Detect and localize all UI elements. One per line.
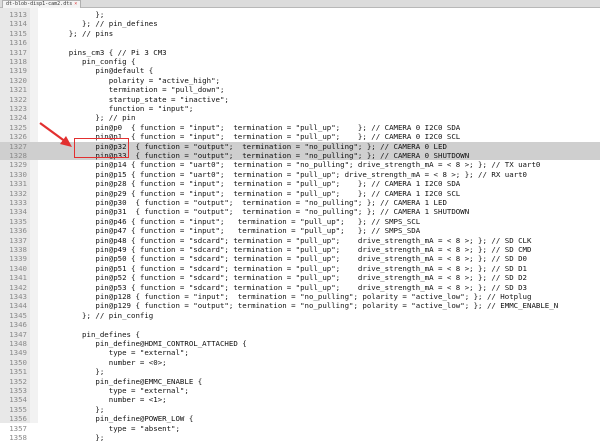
tab-bar: dt-blob-disp1-cam2.dts × bbox=[0, 0, 600, 8]
line-number: 1357 bbox=[9, 423, 27, 433]
file-tab-label: dt-blob-disp1-cam2.dts bbox=[6, 1, 73, 7]
line-number: 1358 bbox=[9, 433, 27, 442]
annotation-arrow-icon bbox=[39, 122, 72, 147]
code-text: }; bbox=[42, 433, 105, 442]
code-text: type = "absent"; bbox=[42, 423, 180, 433]
code-line[interactable]: 1357 type = "absent"; bbox=[0, 424, 600, 433]
close-icon[interactable]: × bbox=[74, 1, 77, 7]
code-editor[interactable]: 1313 }; 1314 }; // pin_defines 1315 }; // … bbox=[0, 8, 600, 442]
code-line[interactable]: 1358 }; bbox=[0, 433, 600, 442]
file-tab[interactable]: dt-blob-disp1-cam2.dts × bbox=[2, 0, 82, 8]
